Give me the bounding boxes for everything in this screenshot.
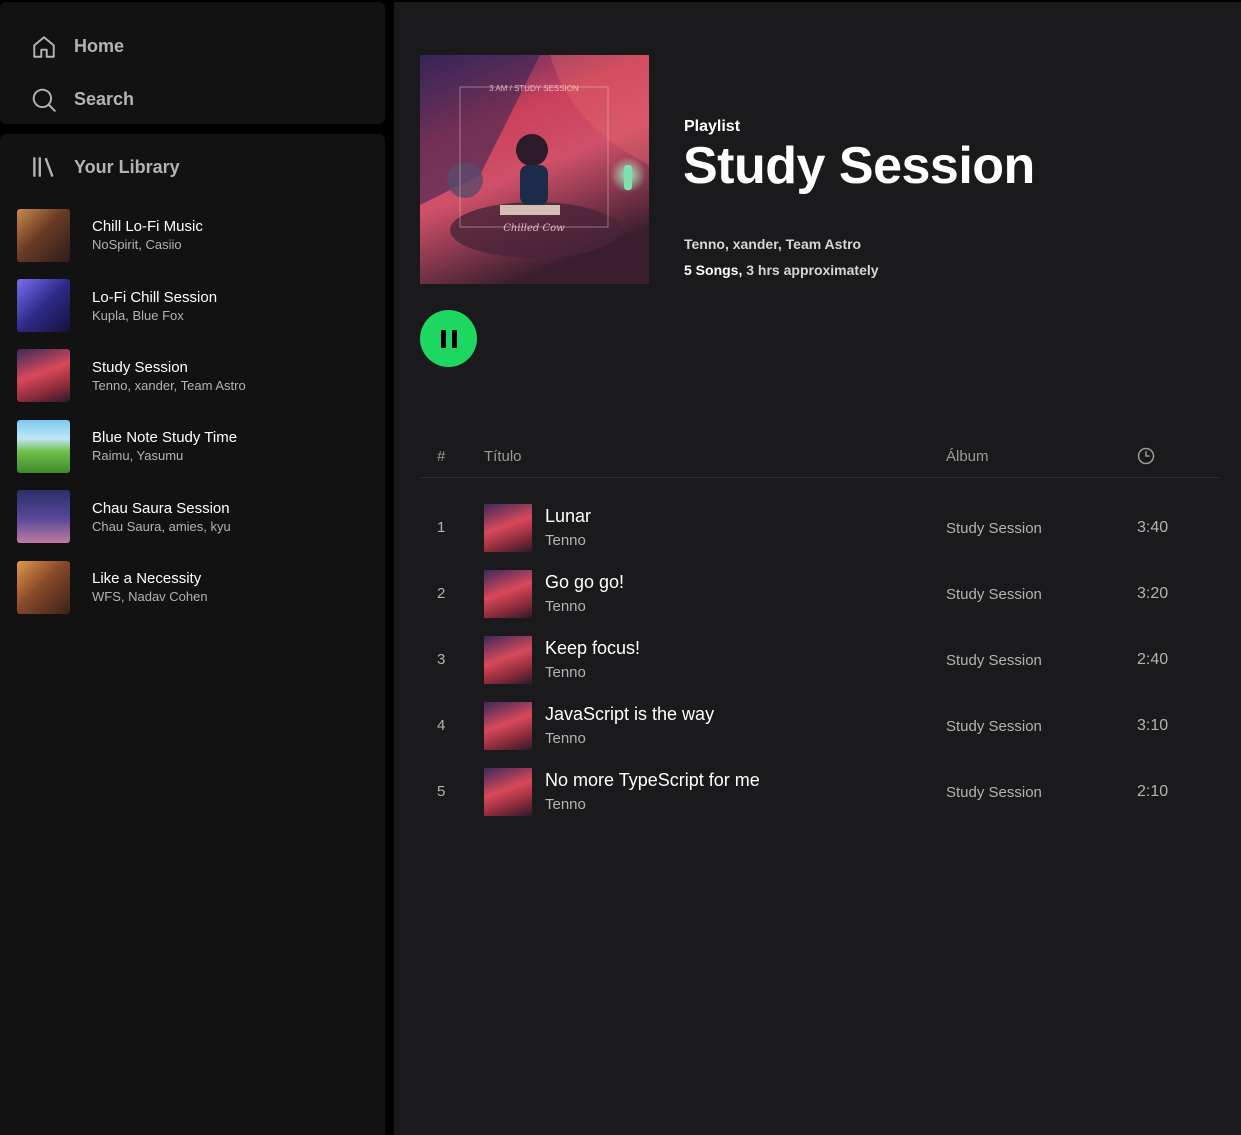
track-album[interactable]: Study Session xyxy=(946,784,1042,801)
library-item-name: Lo-Fi Chill Session xyxy=(92,288,218,306)
playlist-artists: Tenno, xander, Team Astro xyxy=(684,236,862,252)
library-item-artists: Tenno, xander, Team Astro xyxy=(92,377,246,393)
cover-caption: 3 AM / STUDY SESSION xyxy=(489,84,579,93)
track-artist[interactable]: Tenno xyxy=(545,598,586,615)
library-item[interactable]: Lo-Fi Chill Session Kupla, Blue Fox xyxy=(0,270,385,340)
track-title: Keep focus! xyxy=(545,638,641,658)
track-duration: 2:10 xyxy=(1137,783,1169,800)
table-row[interactable]: 4 JavaScript is the way Tenno Study Sess… xyxy=(421,694,1219,760)
library-item-artists: Kupla, Blue Fox xyxy=(92,307,184,323)
library-item-artists: NoSpirit, Casiio xyxy=(92,237,182,253)
track-number: 2 xyxy=(437,585,446,602)
track-title: Go go go! xyxy=(545,572,625,592)
library-item[interactable]: Chill Lo-Fi Music NoSpirit, Casiio xyxy=(0,200,385,270)
table-row[interactable]: 1 Lunar Tenno Study Session 3:40 xyxy=(421,496,1219,562)
track-album[interactable]: Study Session xyxy=(946,520,1042,537)
table-row[interactable]: 3 Keep focus! Tenno Study Session 2:40 xyxy=(421,628,1219,694)
main-view: 3 AM / STUDY SESSION Chilled Cow Playlis… xyxy=(394,2,1241,1135)
playlist-cover: 3 AM / STUDY SESSION Chilled Cow xyxy=(420,55,649,284)
search-icon xyxy=(30,86,58,114)
library-icon xyxy=(30,153,58,181)
playlist-thumbnail xyxy=(17,560,70,614)
home-icon xyxy=(30,33,58,61)
track-album[interactable]: Study Session xyxy=(946,718,1042,735)
playlist-type-label: Playlist xyxy=(684,118,741,135)
library-item[interactable]: Blue Note Study Time Raimu, Yasumu xyxy=(0,411,385,481)
track-table: 1 Lunar Tenno Study Session 3:40 2 Go go… xyxy=(421,496,1219,826)
track-artist[interactable]: Tenno xyxy=(545,664,586,681)
track-title: No more TypeScript for me xyxy=(545,770,760,790)
nav-search-label: Search xyxy=(74,89,135,109)
cover-signature: Chilled Cow xyxy=(503,223,565,234)
library-list: Chill Lo-Fi Music NoSpirit, Casiio Lo-Fi… xyxy=(0,200,385,622)
track-artwork xyxy=(484,768,532,816)
library-item[interactable]: Like a Necessity WFS, Nadav Cohen xyxy=(0,552,385,622)
sidebar-nav: Home Search xyxy=(0,2,385,124)
track-title: Lunar xyxy=(545,506,592,526)
library-title: Your Library xyxy=(74,156,180,177)
playlist-thumbnail xyxy=(17,349,70,403)
playlist-thumbnail xyxy=(17,490,70,544)
track-title: JavaScript is the way xyxy=(545,704,715,724)
track-duration: 3:20 xyxy=(1137,585,1169,602)
header-number: # xyxy=(437,448,446,465)
library-item[interactable]: Study Session Tenno, xander, Team Astro xyxy=(0,341,385,411)
pause-button[interactable] xyxy=(420,310,477,367)
track-number: 1 xyxy=(437,519,446,536)
track-number: 5 xyxy=(437,783,446,800)
playlist-thumbnail xyxy=(17,208,70,262)
library-panel: Your Library Chill Lo-Fi Music NoSpirit,… xyxy=(0,134,385,1135)
track-number: 4 xyxy=(437,717,446,734)
playlist-song-count: 5 Songs, xyxy=(684,262,743,278)
library-item-artists: WFS, Nadav Cohen xyxy=(92,589,208,605)
track-table-header: # Título Álbum xyxy=(421,440,1219,478)
library-item-name: Chau Saura Session xyxy=(92,499,230,517)
track-artist[interactable]: Tenno xyxy=(545,796,586,813)
pause-icon xyxy=(438,329,460,348)
track-artwork xyxy=(484,702,532,750)
track-album[interactable]: Study Session xyxy=(946,652,1042,669)
library-item-artists: Raimu, Yasumu xyxy=(92,448,184,464)
track-artwork xyxy=(484,570,532,618)
track-artist[interactable]: Tenno xyxy=(545,730,586,747)
playlist-duration: 3 hrs approximately xyxy=(742,262,879,278)
header-title: Título xyxy=(484,448,522,465)
track-duration: 3:40 xyxy=(1137,519,1169,536)
clock-icon xyxy=(1137,447,1155,469)
nav-search[interactable]: Search xyxy=(0,73,385,126)
nav-home-label: Home xyxy=(74,36,125,56)
library-item-artists: Chau Saura, amies, kyu xyxy=(92,518,231,534)
page-title: Study Session xyxy=(683,137,1035,195)
header-album: Álbum xyxy=(946,448,989,465)
track-artwork xyxy=(484,504,532,552)
nav-home[interactable]: Home xyxy=(0,20,385,73)
library-item-name: Study Session xyxy=(92,358,188,376)
track-duration: 2:40 xyxy=(1137,651,1169,668)
playlist-thumbnail xyxy=(17,419,70,473)
library-item-name: Blue Note Study Time xyxy=(92,429,238,447)
track-artist[interactable]: Tenno xyxy=(545,532,586,549)
track-duration: 3:10 xyxy=(1137,717,1169,734)
playlist-meta: 5 Songs, 3 hrs approximately xyxy=(684,262,879,278)
track-artwork xyxy=(484,636,532,684)
table-row[interactable]: 5 No more TypeScript for me Tenno Study … xyxy=(421,760,1219,826)
library-item-name: Like a Necessity xyxy=(92,570,202,588)
track-album[interactable]: Study Session xyxy=(946,586,1042,603)
track-number: 3 xyxy=(437,651,446,668)
library-item[interactable]: Chau Saura Session Chau Saura, amies, ky… xyxy=(0,482,385,552)
table-row[interactable]: 2 Go go go! Tenno Study Session 3:20 xyxy=(421,562,1219,628)
playlist-thumbnail xyxy=(17,279,70,333)
library-item-name: Chill Lo-Fi Music xyxy=(92,218,203,236)
library-header[interactable]: Your Library xyxy=(0,134,385,200)
